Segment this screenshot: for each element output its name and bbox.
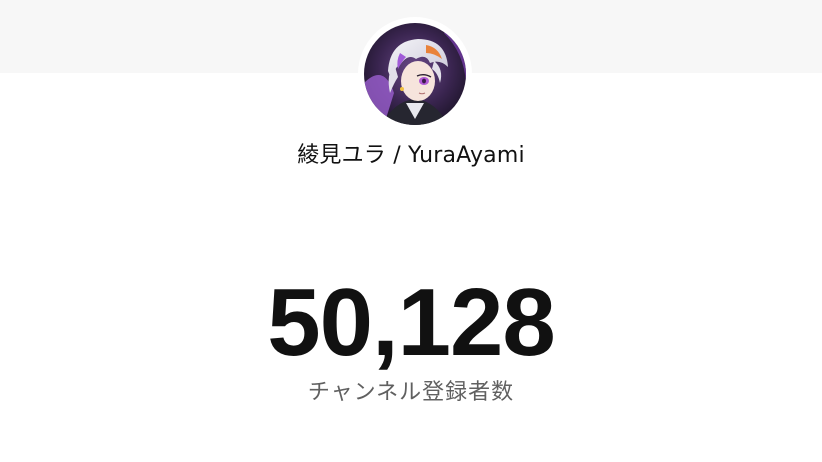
subscriber-count-label: チャンネル登録者数 — [307, 380, 515, 405]
anime-character-avatar-icon — [364, 23, 466, 125]
channel-name[interactable]: 綾見ユラ / YuraAyami — [0, 142, 822, 170]
subscriber-counter-page: 綾見ユラ / YuraAyami 50,128 チャンネル登録者数 — [0, 0, 822, 462]
avatar[interactable] — [358, 17, 472, 131]
subscriber-count: 50,128 — [267, 269, 556, 376]
